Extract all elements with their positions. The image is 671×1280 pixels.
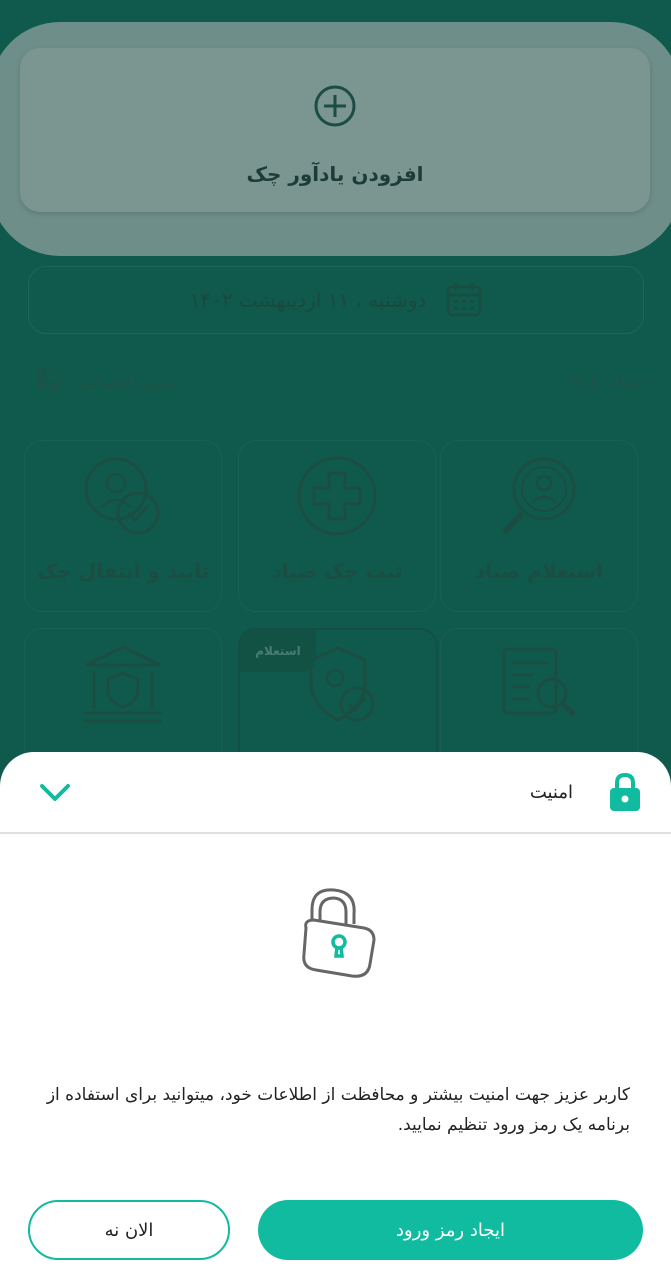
tile-label: تایید و انتقال چک: [36, 559, 210, 583]
date-text: دوشنبه ، ۱۱ اردیبهشت ۱۴۰۲: [189, 288, 427, 312]
custom-menu-label: منوی اختصاصی: [76, 373, 174, 391]
add-reminder-card[interactable]: افزودن یادآور چک: [20, 48, 650, 212]
tile-label: ثبت چک صیاد: [271, 559, 403, 583]
tile-bank-shield[interactable]: [24, 628, 222, 770]
user-check-icon: [84, 457, 160, 535]
padlock-illustration-icon: [302, 888, 376, 978]
security-bottom-sheet: امنیت کاربر عزیز جهت امنیت بیشتر و محافظ…: [0, 752, 671, 1280]
tile-confirm-transfer-check[interactable]: تایید و انتقال چک: [24, 440, 222, 612]
services-section-header: منوی اختصاصی خدمات یاد۲۴: [36, 364, 648, 400]
chevron-down-icon[interactable]: [38, 780, 72, 804]
search-person-icon: [501, 457, 576, 536]
create-password-button[interactable]: ایجاد رمز ورود: [258, 1200, 643, 1260]
sheet-header: امنیت: [0, 752, 671, 834]
not-now-button[interactable]: الان نه: [28, 1200, 230, 1260]
security-message: کاربر عزیز جهت امنیت بیشتر و محافظت از ا…: [46, 1085, 630, 1135]
date-bar: دوشنبه ، ۱۱ اردیبهشت ۱۴۰۲: [28, 266, 644, 334]
services-title: خدمات یاد۲۴: [567, 373, 648, 391]
tile-label: استعلام صیاد: [474, 559, 604, 583]
add-reminder-label: افزودن یادآور چک: [246, 162, 424, 186]
tile-document-search[interactable]: [440, 628, 638, 770]
custom-menu-icon: [36, 368, 65, 395]
sheet-title: امنیت: [529, 782, 573, 803]
document-search-icon: [502, 647, 576, 717]
custom-menu-link[interactable]: منوی اختصاصی: [36, 367, 174, 397]
bank-shield-icon: [84, 645, 162, 723]
plus-circle-icon: [314, 85, 356, 127]
tile-sayad-inquiry[interactable]: استعلام صیاد: [440, 440, 638, 612]
lock-icon: [610, 772, 640, 811]
calendar-icon: [447, 283, 482, 317]
medical-cross-icon: [297, 456, 377, 536]
tile-register-check[interactable]: ثبت چک صیاد: [238, 440, 436, 612]
inquiry-badge: استعلام: [240, 630, 316, 672]
tile-inquiry-badge[interactable]: استعلام: [238, 628, 438, 772]
